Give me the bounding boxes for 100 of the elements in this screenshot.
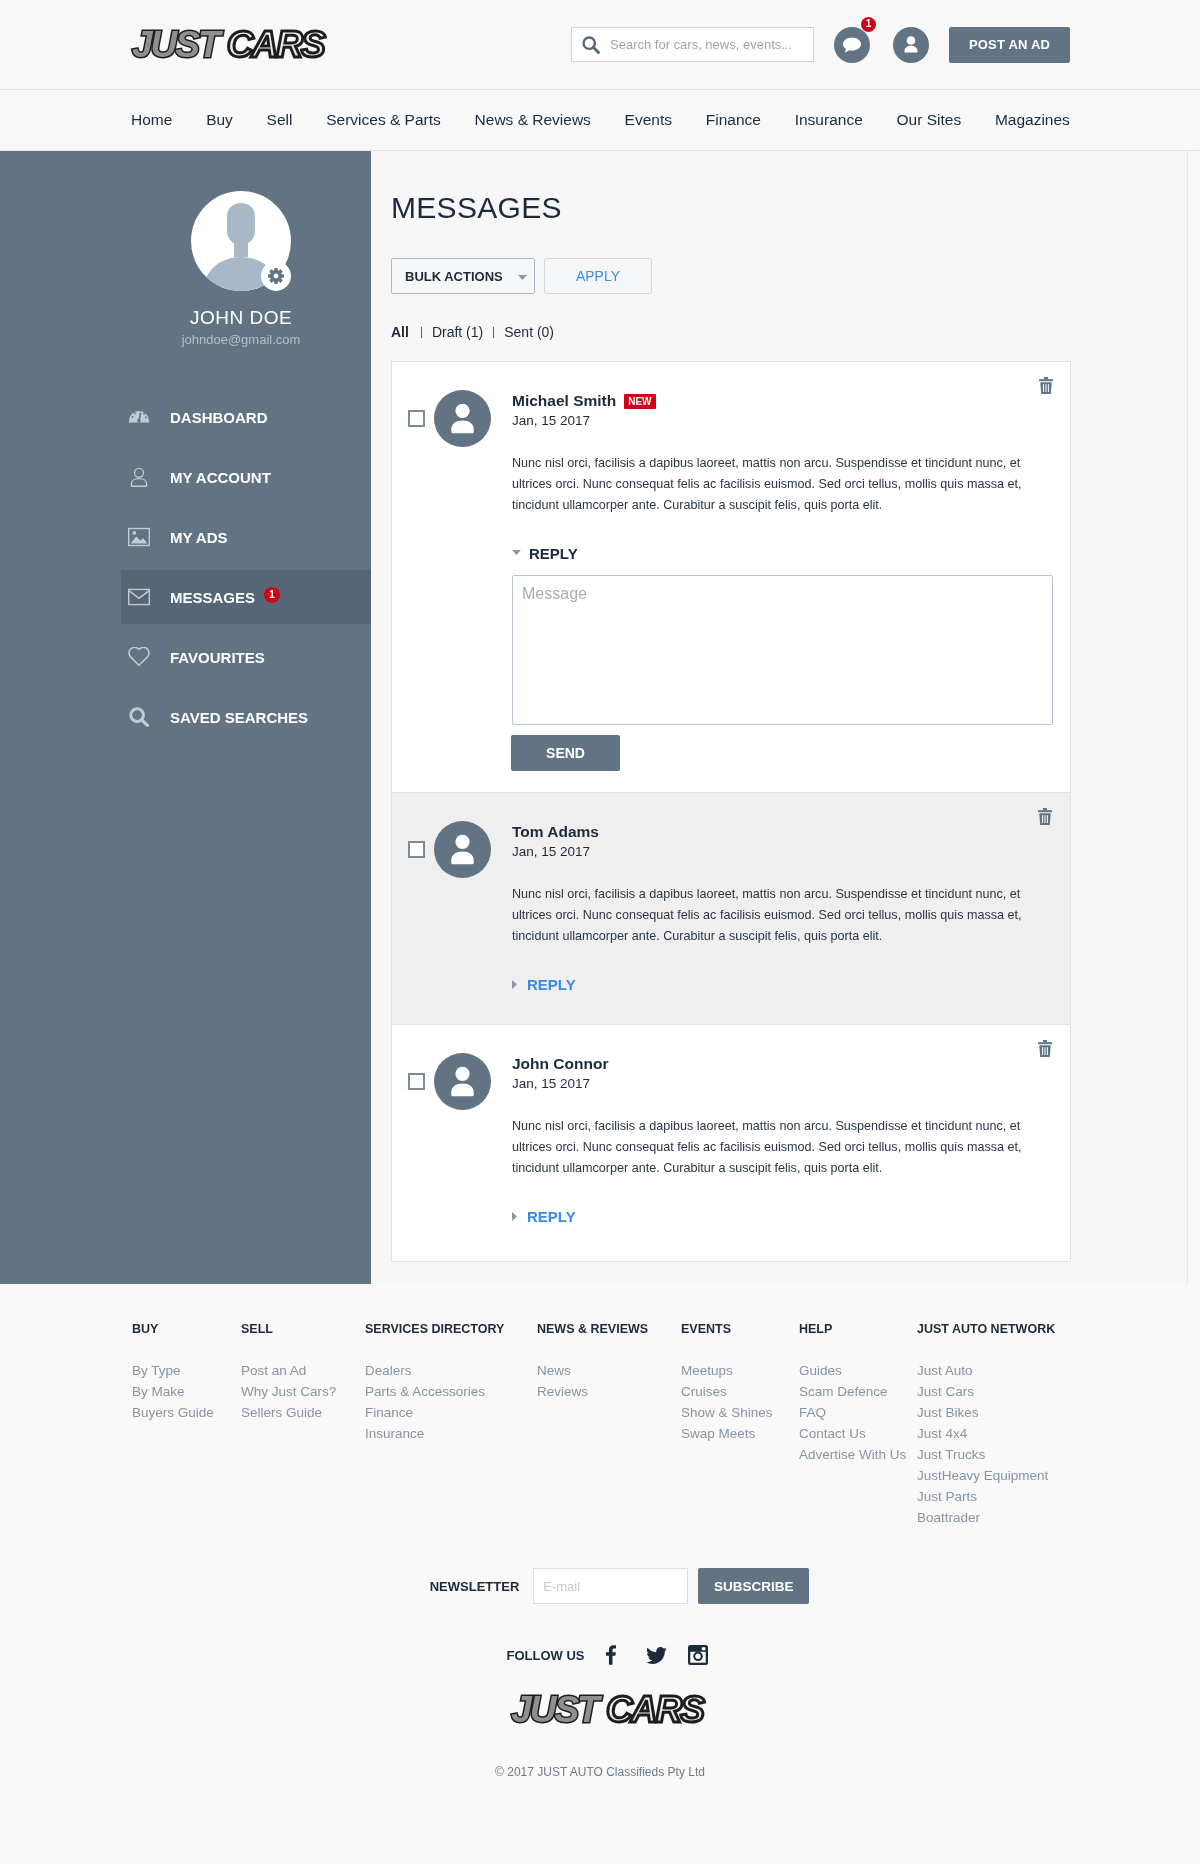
sidebar-item[interactable]: FAVOURITES xyxy=(121,630,371,684)
search-field[interactable]: Search for cars, news, events... xyxy=(571,27,814,62)
footer-link[interactable]: Swap Meets xyxy=(681,1423,756,1444)
footer-link[interactable]: Just Bikes xyxy=(917,1402,979,1423)
footer-link[interactable]: Reviews xyxy=(537,1381,588,1402)
footer-link[interactable]: By Make xyxy=(132,1381,185,1402)
message-text: Nunc nisl orci, facilisis a dapibus laoreet, mattis non arcu. Suspendisse et tincidunt nunc, et ultrices orci. Nunc consequat felis ac facilisis euismod. Sed orci tellus, mollis quis massa et, tincidunt ullamcorper ante. Curabitur a suscipit felis, quis porta elit. xyxy=(512,455,1023,514)
envelope-icon xyxy=(128,587,150,607)
nav-link[interactable]: Magazines xyxy=(994,111,1070,129)
newsletter-label: NEWSLETTER xyxy=(429,1578,520,1594)
footer-link[interactable]: Sellers Guide xyxy=(241,1402,323,1423)
footer-link[interactable]: Advertise With Us xyxy=(799,1444,907,1465)
checkbox[interactable] xyxy=(408,841,425,858)
checkbox[interactable] xyxy=(408,410,425,427)
sidebar-item[interactable]: SAVED SEARCHES xyxy=(121,690,371,744)
post-ad-button[interactable]: POST AN AD xyxy=(949,26,1070,63)
trash-icon[interactable] xyxy=(1038,808,1052,825)
email-field[interactable]: E-mail xyxy=(533,1568,689,1604)
footer-link[interactable]: By Type xyxy=(132,1360,181,1381)
footer-link[interactable]: Why Just Cars? xyxy=(241,1381,337,1402)
nav-link[interactable]: Our Sites xyxy=(896,111,962,129)
user-email: johndoe@gmail.com xyxy=(181,332,301,348)
apply-button[interactable]: APPLY xyxy=(544,258,652,294)
footer-link[interactable]: Boattrader xyxy=(917,1507,981,1528)
footer-link[interactable]: Dealers xyxy=(365,1360,412,1381)
nav-link[interactable]: Events xyxy=(624,111,672,129)
footer-link[interactable]: Finance xyxy=(365,1402,414,1423)
footer-link[interactable]: FAQ xyxy=(799,1402,826,1423)
settings-icon[interactable] xyxy=(261,261,291,291)
instagram-icon[interactable] xyxy=(687,1645,708,1665)
avatar-icon xyxy=(434,821,491,878)
footer-link[interactable]: Post an Ad xyxy=(241,1360,307,1381)
footer-link[interactable]: News xyxy=(537,1360,571,1381)
page-title: MESSAGES xyxy=(391,190,562,226)
nav-link[interactable]: Insurance xyxy=(794,111,863,129)
footer-link[interactable]: Scam Defence xyxy=(799,1381,888,1402)
footer-link[interactable]: Just Trucks xyxy=(917,1444,986,1465)
footer-link[interactable]: Meetups xyxy=(681,1360,733,1381)
footer-link[interactable]: Just Parts xyxy=(917,1486,978,1507)
nav-link[interactable]: Home xyxy=(131,111,173,129)
message-field[interactable]: Message xyxy=(512,575,1053,725)
nav-link[interactable]: News & Reviews xyxy=(474,111,591,129)
facebook-icon[interactable] xyxy=(605,1645,616,1665)
new-badge: NEW xyxy=(624,393,656,409)
checkbox[interactable] xyxy=(408,1073,425,1090)
filter-tab[interactable]: All xyxy=(391,324,409,340)
sidebar-label: MY ACCOUNT xyxy=(170,468,271,486)
footer-link[interactable]: Just Auto xyxy=(917,1360,973,1381)
footer-link[interactable]: JustHeavy Equipment xyxy=(917,1465,1049,1486)
message-text: Nunc nisl orci, facilisis a dapibus laoreet, mattis non arcu. Suspendisse et tincidunt nunc, et ultrices orci. Nunc consequat felis ac facilisis euismod. Sed orci tellus, mollis quis massa et, tincidunt ullamcorper ante. Curabitur a suscipit felis, quis porta elit. xyxy=(512,886,1023,945)
footer-link[interactable]: Insurance xyxy=(365,1423,425,1444)
user-icon[interactable] xyxy=(893,26,929,63)
sidebar-item[interactable]: MY ACCOUNT xyxy=(121,450,371,504)
twitter-icon[interactable] xyxy=(645,1646,667,1664)
nav-link[interactable]: Finance xyxy=(705,111,761,129)
sidebar-label: MY ADS xyxy=(170,528,228,546)
reply-toggle[interactable]: REPLY xyxy=(512,1206,576,1226)
copyright-text: © 2017 JUST AUTO Classifieds Pty Ltd xyxy=(495,1764,705,1780)
filter-tab[interactable]: Sent (0) xyxy=(504,324,555,340)
footer-heading: BUY xyxy=(132,1321,159,1337)
sender-name: Michael Smith xyxy=(512,392,617,410)
search-icon xyxy=(128,707,150,727)
nav-link[interactable]: Services & Parts xyxy=(326,111,441,129)
message-date: Jan, 15 2017 xyxy=(512,843,592,861)
footer-link[interactable]: Cruises xyxy=(681,1381,727,1402)
sender-name: John Connor xyxy=(512,1055,609,1073)
chat-icon[interactable] xyxy=(834,26,870,63)
footer-link[interactable]: Just Cars xyxy=(917,1381,974,1402)
footer-heading: SELL xyxy=(241,1321,273,1337)
reply-toggle[interactable]: REPLY xyxy=(512,543,578,563)
subscribe-button[interactable]: SUBSCRIBE xyxy=(698,1568,810,1604)
bulk-actions-dropdown[interactable]: BULK ACTIONS xyxy=(391,258,535,294)
sidebar-item[interactable]: DASHBOARD xyxy=(121,390,371,444)
user-icon xyxy=(128,467,150,487)
footer-link[interactable]: Just 4x4 xyxy=(917,1423,968,1444)
image-icon xyxy=(128,527,150,547)
sidebar-label: FAVOURITES xyxy=(170,648,265,666)
message-card[interactable] xyxy=(392,793,1070,1025)
search-icon xyxy=(582,36,600,54)
message-date: Jan, 15 2017 xyxy=(512,1075,592,1093)
footer-link[interactable]: Buyers Guide xyxy=(132,1402,214,1423)
message-text: Nunc nisl orci, facilisis a dapibus laoreet, mattis non arcu. Suspendisse et tincidunt nunc, et ultrices orci. Nunc consequat felis ac facilisis euismod. Sed orci tellus, mollis quis massa et, tincidunt ullamcorper ante. Curabitur a suscipit felis, quis porta elit. xyxy=(512,1118,1023,1177)
send-button[interactable]: SEND xyxy=(511,735,620,771)
reply-toggle[interactable]: REPLY xyxy=(512,974,576,994)
filter-tab[interactable]: Draft (1) xyxy=(431,324,484,340)
trash-icon[interactable] xyxy=(1038,1040,1052,1057)
footer-link[interactable]: Parts & Accessories xyxy=(365,1381,486,1402)
sidebar-item[interactable]: MESSAGES 1 xyxy=(121,570,371,624)
nav-link[interactable]: Sell xyxy=(266,111,293,129)
sidebar-label: MESSAGES xyxy=(170,588,256,606)
notification-badge: 1 xyxy=(861,16,876,32)
trash-icon[interactable] xyxy=(1039,377,1053,394)
sidebar-label: SAVED SEARCHES xyxy=(170,708,309,726)
footer-heading: NEWS & REVIEWS xyxy=(537,1321,649,1337)
sidebar-item[interactable]: MY ADS xyxy=(121,510,371,564)
user-name: JOHN DOE xyxy=(189,307,293,329)
footer-link[interactable]: Contact Us xyxy=(799,1423,866,1444)
nav-link[interactable]: Buy xyxy=(206,111,233,129)
footer-link[interactable]: Guides xyxy=(799,1360,842,1381)
footer-link[interactable]: Show & Shines xyxy=(681,1402,773,1423)
